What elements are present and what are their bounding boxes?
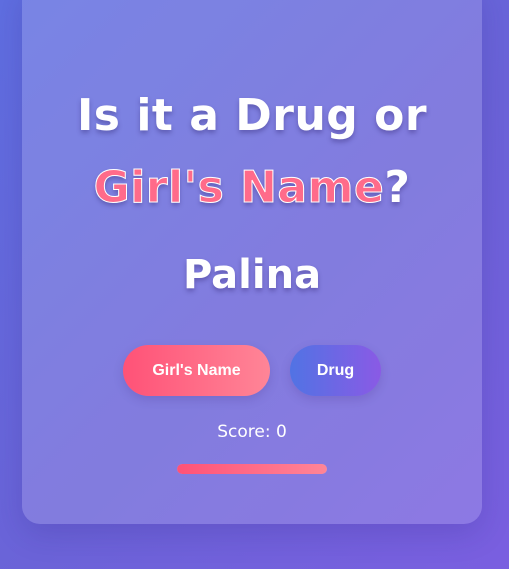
girls-name-button[interactable]: Girl's Name — [123, 345, 270, 396]
game-title: Is it a Drug or Girl's Name? — [22, 80, 482, 224]
title-line-1: Is it a Drug or — [76, 90, 428, 141]
drug-button[interactable]: Drug — [290, 345, 381, 396]
title-accent: Girl's Name — [93, 162, 385, 214]
title-question-mark: ? — [384, 162, 411, 213]
progress-fill — [177, 464, 327, 474]
current-word: Palina — [182, 252, 322, 298]
progress-bar — [177, 464, 327, 474]
game-card: Is it a Drug or Girl's Name? Palina Girl… — [22, 0, 482, 524]
score-text: Score: 0 — [217, 422, 287, 442]
